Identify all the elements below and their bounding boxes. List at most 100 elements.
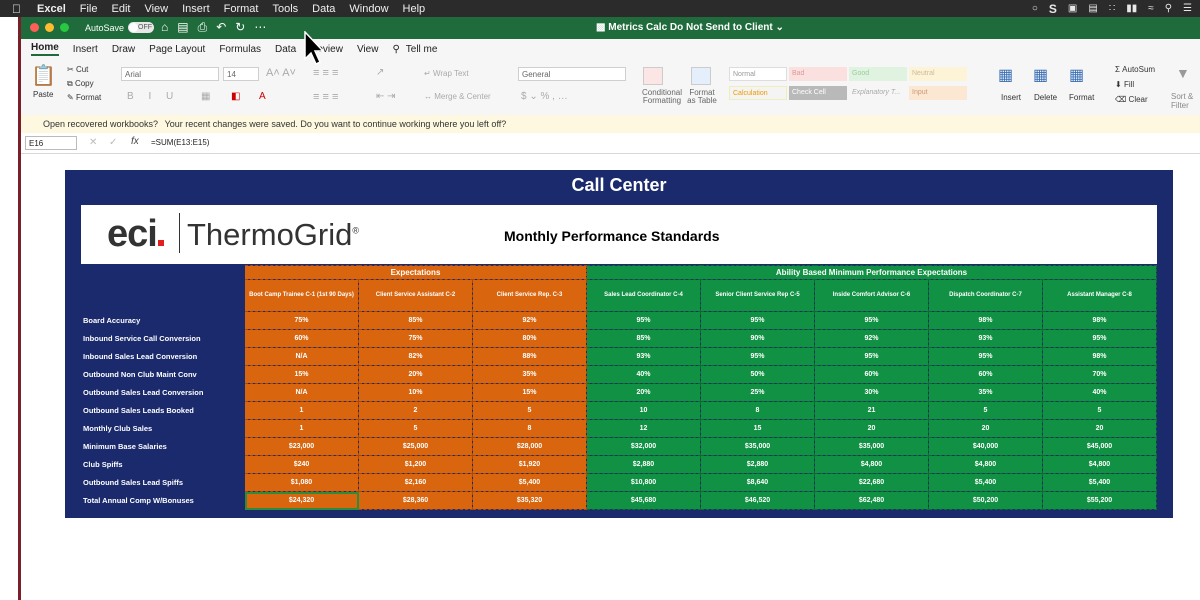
table-cell[interactable]: 5 xyxy=(928,401,1043,420)
minimize-window-button[interactable] xyxy=(45,23,54,32)
table-cell[interactable]: $5,400 xyxy=(928,473,1043,492)
table-cell[interactable]: 95% xyxy=(700,347,815,366)
number-format-select[interactable]: General xyxy=(518,67,626,81)
table-cell[interactable]: 40% xyxy=(1042,383,1157,402)
row-label[interactable]: Outbound Sales Lead Spiffs xyxy=(81,473,245,492)
table-cell[interactable]: 75% xyxy=(358,329,473,348)
row-label[interactable]: Board Accuracy xyxy=(81,311,245,330)
table-cell[interactable]: 82% xyxy=(358,347,473,366)
table-cell[interactable]: $1,080 xyxy=(244,473,359,492)
menu-data[interactable]: Data xyxy=(312,3,335,15)
row-label[interactable]: Minimum Base Salaries xyxy=(81,437,245,456)
table-cell[interactable]: $10,800 xyxy=(586,473,701,492)
table-cell[interactable]: $55,200 xyxy=(1042,491,1157,510)
tab-page-layout[interactable]: Page Layout xyxy=(149,44,205,55)
cut-button[interactable]: ✂ Cut xyxy=(67,65,88,74)
tab-formulas[interactable]: Formulas xyxy=(219,44,261,55)
style-bad[interactable]: Bad xyxy=(789,67,847,81)
home-icon[interactable]: ⌂ xyxy=(161,20,168,35)
menu-window[interactable]: Window xyxy=(349,3,388,15)
table-cell[interactable]: $8,640 xyxy=(700,473,815,492)
table-cell[interactable]: 40% xyxy=(586,365,701,384)
menu-view[interactable]: View xyxy=(144,3,168,15)
table-cell[interactable]: $35,320 xyxy=(472,491,587,510)
table-cell[interactable]: 1 xyxy=(244,419,359,438)
table-cell[interactable]: $25,000 xyxy=(358,437,473,456)
table-cell[interactable]: 5 xyxy=(472,401,587,420)
table-cell[interactable]: 8 xyxy=(472,419,587,438)
table-cell[interactable]: 15% xyxy=(244,365,359,384)
table-cell[interactable]: 85% xyxy=(586,329,701,348)
table-cell[interactable]: 15% xyxy=(472,383,587,402)
table-cell[interactable]: $4,800 xyxy=(814,455,929,474)
name-box[interactable]: E16 xyxy=(25,136,77,150)
table-cell[interactable]: 60% xyxy=(244,329,359,348)
row-label[interactable]: Outbound Sales Lead Conversion xyxy=(81,383,245,402)
paste-button[interactable]: Paste xyxy=(33,90,53,99)
row-label[interactable]: Monthly Club Sales xyxy=(81,419,245,438)
style-input[interactable]: Input xyxy=(909,86,967,100)
column-header[interactable]: Client Service Assistant C-2 xyxy=(358,279,473,312)
table-cell[interactable]: 95% xyxy=(586,311,701,330)
table-cell[interactable]: 15 xyxy=(700,419,815,438)
copy-button[interactable]: ⧉ Copy xyxy=(67,79,94,89)
column-header[interactable]: Sales Lead Coordinator C-4 xyxy=(586,279,701,312)
more-icon[interactable]: ⋯ xyxy=(254,20,266,35)
table-cell[interactable]: $5,400 xyxy=(1042,473,1157,492)
table-cell[interactable]: 20% xyxy=(358,365,473,384)
table-cell[interactable]: $2,160 xyxy=(358,473,473,492)
format-as-table-button[interactable]: Format as Table xyxy=(685,89,719,105)
menu-app-name[interactable]: Excel xyxy=(37,3,66,15)
number-format-icons[interactable]: $ ⌄ % , … xyxy=(521,91,568,102)
undo-icon[interactable]: ↶ xyxy=(216,20,226,35)
table-cell[interactable]: 80% xyxy=(472,329,587,348)
table-cell[interactable]: $24,320 xyxy=(244,491,359,510)
format-cells-button[interactable]: Format xyxy=(1069,93,1094,102)
tab-view[interactable]: View xyxy=(357,44,379,55)
font-color-icon[interactable]: A xyxy=(259,91,266,102)
corner-cell[interactable] xyxy=(81,265,245,280)
print-icon[interactable]: ⎙ xyxy=(198,20,208,35)
table-cell[interactable]: $35,000 xyxy=(700,437,815,456)
table-cell[interactable]: 20 xyxy=(928,419,1043,438)
table-cell[interactable]: $5,400 xyxy=(472,473,587,492)
accept-formula-icon[interactable]: ✓ xyxy=(109,137,117,148)
style-good[interactable]: Good xyxy=(849,67,907,81)
tab-home[interactable]: Home xyxy=(31,42,59,56)
table-cell[interactable]: 10 xyxy=(586,401,701,420)
autosave-control[interactable]: AutoSave OFF xyxy=(85,22,155,33)
table-cell[interactable]: 93% xyxy=(586,347,701,366)
table-cell[interactable]: 93% xyxy=(928,329,1043,348)
formula-input[interactable]: =SUM(E13:E15) xyxy=(151,138,209,147)
table-cell[interactable]: $62,480 xyxy=(814,491,929,510)
table-cell[interactable]: 5 xyxy=(358,419,473,438)
zoom-window-button[interactable] xyxy=(60,23,69,32)
search-icon[interactable]: ⚲ xyxy=(1165,3,1172,14)
function-icon[interactable]: fx xyxy=(131,136,139,147)
table-cell[interactable]: 88% xyxy=(472,347,587,366)
table-cell[interactable]: 95% xyxy=(814,347,929,366)
display-icon[interactable]: ▤ xyxy=(1088,3,1097,14)
align-horizontal-icons[interactable]: ≡ ≡ ≡ xyxy=(313,91,338,103)
paste-icon[interactable]: 📋 xyxy=(31,63,56,88)
table-cell[interactable]: $50,200 xyxy=(928,491,1043,510)
borders-icon[interactable]: ▦ xyxy=(201,91,210,102)
table-cell[interactable]: $28,000 xyxy=(472,437,587,456)
row-label-header[interactable] xyxy=(81,279,245,312)
table-cell[interactable]: 35% xyxy=(472,365,587,384)
table-cell[interactable]: $28,360 xyxy=(358,491,473,510)
fill-button[interactable]: ⬇ Fill xyxy=(1115,80,1134,89)
row-label[interactable]: Outbound Sales Leads Booked xyxy=(81,401,245,420)
indent-icons[interactable]: ⇤ ⇥ xyxy=(376,91,396,102)
table-cell[interactable]: $32,000 xyxy=(586,437,701,456)
insert-cells-button[interactable]: Insert xyxy=(1001,93,1021,102)
control-center-icon[interactable]: ☰ xyxy=(1183,3,1192,14)
table-cell[interactable]: 75% xyxy=(244,311,359,330)
table-cell[interactable]: $1,920 xyxy=(472,455,587,474)
circle-status-icon[interactable]: ○ xyxy=(1032,3,1038,14)
delete-cells-button[interactable]: Delete xyxy=(1034,93,1057,102)
table-cell[interactable]: $2,880 xyxy=(586,455,701,474)
format-painter-button[interactable]: ✎ Format xyxy=(67,93,101,102)
table-cell[interactable]: 70% xyxy=(1042,365,1157,384)
clear-button[interactable]: ⌫ Clear xyxy=(1115,95,1148,104)
